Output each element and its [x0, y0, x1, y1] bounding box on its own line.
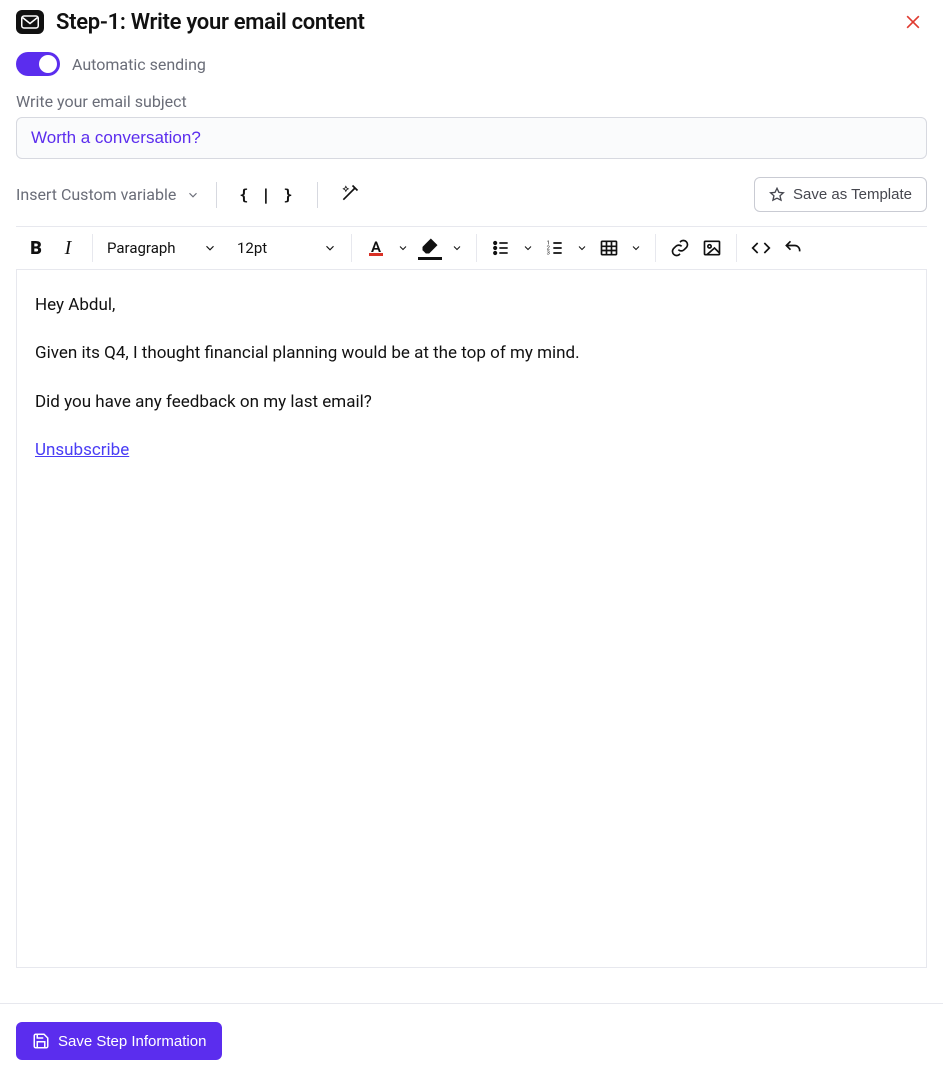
code-icon	[751, 238, 771, 258]
save-as-template-button[interactable]: Save as Template	[754, 177, 927, 212]
divider	[476, 234, 477, 262]
chevron-down-icon	[451, 242, 463, 254]
page-title: Step-1: Write your email content	[56, 10, 365, 35]
save-step-label: Save Step Information	[58, 1033, 206, 1050]
block-format-label: Paragraph	[107, 239, 176, 257]
magic-wand-icon	[340, 183, 360, 203]
highlight-color-button[interactable]	[414, 232, 446, 264]
undo-icon	[783, 238, 803, 258]
divider	[655, 234, 656, 262]
save-icon	[32, 1032, 50, 1050]
numbered-list-icon: 1 2 3	[545, 238, 565, 258]
table-icon	[599, 238, 619, 258]
bullet-list-button[interactable]	[485, 232, 517, 264]
bullet-list-dropdown[interactable]	[517, 232, 539, 264]
numbered-list-dropdown[interactable]	[571, 232, 593, 264]
auto-sending-row: Automatic sending	[0, 36, 943, 92]
table-dropdown[interactable]	[625, 232, 647, 264]
email-body-editor[interactable]: Hey Abdul, Given its Q4, I thought finan…	[16, 270, 927, 968]
close-button[interactable]	[899, 8, 927, 36]
table-button[interactable]	[593, 232, 625, 264]
chevron-down-icon	[522, 242, 534, 254]
body-line: Given its Q4, I thought financial planni…	[35, 340, 908, 366]
save-step-button[interactable]: Save Step Information	[16, 1022, 222, 1060]
insert-placeholder-button[interactable]: { | }	[233, 186, 300, 204]
insert-variable-dropdown[interactable]: Insert Custom variable	[16, 185, 200, 204]
undo-button[interactable]	[777, 232, 809, 264]
close-icon	[903, 12, 923, 32]
chevron-down-icon	[323, 241, 337, 255]
star-icon	[769, 187, 785, 203]
divider	[216, 182, 217, 208]
svg-text:3: 3	[547, 251, 550, 257]
subject-input[interactable]	[16, 117, 927, 159]
divider	[736, 234, 737, 262]
highlight-color-dropdown[interactable]	[446, 232, 468, 264]
italic-button[interactable]: I	[52, 232, 84, 264]
chevron-down-icon	[186, 188, 200, 202]
block-format-dropdown[interactable]: Paragraph	[97, 232, 227, 264]
divider	[317, 182, 318, 208]
subject-label: Write your email subject	[16, 92, 927, 111]
body-greeting: Hey Abdul,	[35, 292, 908, 318]
body-line: Did you have any feedback on my last ema…	[35, 389, 908, 415]
auto-sending-label: Automatic sending	[72, 55, 206, 74]
auto-sending-toggle[interactable]	[16, 52, 60, 76]
mail-icon	[16, 10, 44, 34]
divider	[92, 234, 93, 262]
bullet-list-icon	[491, 238, 511, 258]
divider	[351, 234, 352, 262]
code-view-button[interactable]	[745, 232, 777, 264]
chevron-down-icon	[203, 241, 217, 255]
save-template-label: Save as Template	[793, 186, 912, 203]
subject-block: Write your email subject	[0, 92, 943, 159]
link-button[interactable]	[664, 232, 696, 264]
insert-variable-label: Insert Custom variable	[16, 185, 176, 204]
text-color-button[interactable]: A	[360, 232, 392, 264]
bold-button[interactable]: B	[20, 232, 52, 264]
font-size-dropdown[interactable]: 12pt	[227, 232, 347, 264]
modal-footer: Save Step Information	[0, 1003, 943, 1078]
text-color-dropdown[interactable]	[392, 232, 414, 264]
editor-toolbar: B I Paragraph 12pt A	[16, 226, 927, 270]
chevron-down-icon	[576, 242, 588, 254]
numbered-list-button[interactable]: 1 2 3	[539, 232, 571, 264]
modal-header: Step-1: Write your email content	[0, 0, 943, 36]
font-size-label: 12pt	[237, 239, 267, 257]
ai-magic-button[interactable]	[334, 183, 366, 207]
unsubscribe-link[interactable]: Unsubscribe	[35, 440, 129, 460]
chevron-down-icon	[630, 242, 642, 254]
link-icon	[670, 238, 690, 258]
image-button[interactable]	[696, 232, 728, 264]
highlighter-icon	[420, 236, 440, 256]
chevron-down-icon	[397, 242, 409, 254]
image-icon	[702, 238, 722, 258]
sub-toolbar: Insert Custom variable { | } Save as Tem…	[0, 159, 943, 220]
